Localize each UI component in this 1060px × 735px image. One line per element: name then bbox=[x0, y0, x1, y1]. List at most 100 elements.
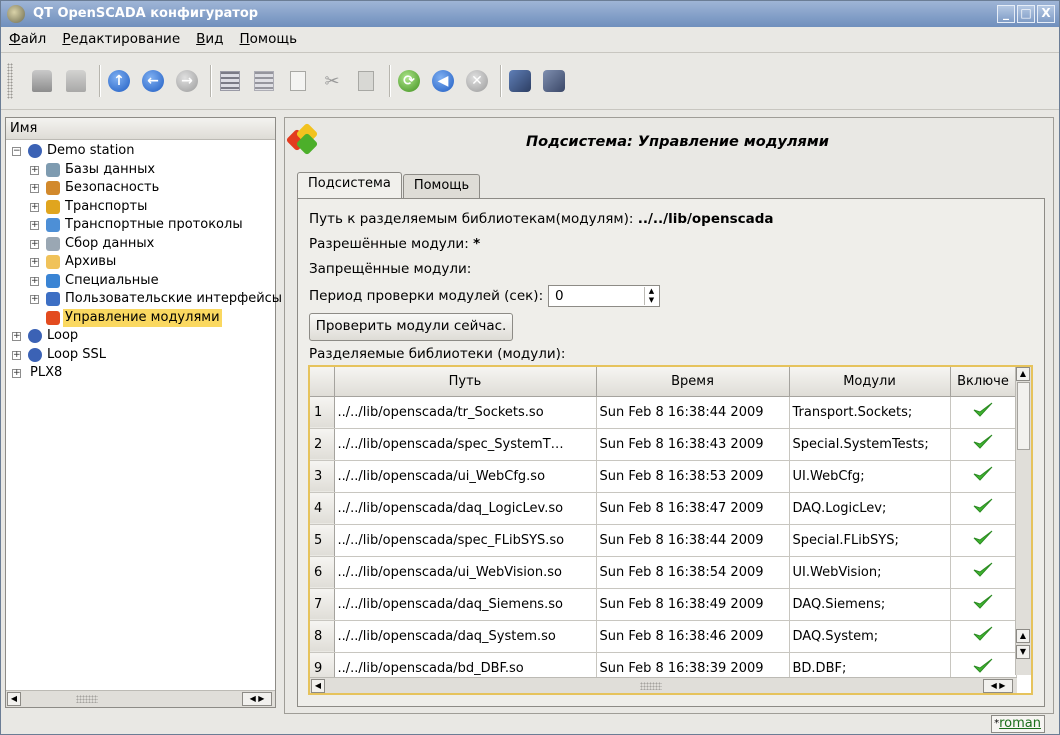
table-row[interactable]: 8 ../../lib/openscada/daq_System.so Sun Fe… bbox=[310, 620, 1017, 653]
path-cell[interactable]: ../../lib/openscada/ui_WebCfg.so bbox=[334, 460, 597, 493]
scroll-left-icon-table[interactable]: ◀ bbox=[311, 679, 325, 693]
row-number-cell[interactable]: 2 bbox=[310, 428, 335, 461]
stop-icon[interactable]: ✕ bbox=[464, 68, 490, 94]
modules-cell[interactable]: DAQ.Siemens; bbox=[789, 588, 951, 621]
scroll-left-icon[interactable]: ◀ bbox=[7, 692, 21, 706]
tree-item[interactable]: + Специальные bbox=[6, 272, 275, 291]
enabled-cell[interactable] bbox=[950, 556, 1017, 589]
enabled-cell[interactable] bbox=[950, 428, 1017, 461]
time-cell[interactable]: Sun Feb 8 16:38:49 2009 bbox=[596, 588, 790, 621]
table-row[interactable]: 6 ../../lib/openscada/ui_WebVision.so Sun … bbox=[310, 556, 1017, 589]
tree-item[interactable]: + Транспорты bbox=[6, 198, 275, 217]
row-number-cell[interactable]: 5 bbox=[310, 524, 335, 557]
table-vertical-scrollbar[interactable]: ▲ ▲ ▼ bbox=[1015, 367, 1031, 675]
enabled-cell[interactable] bbox=[950, 524, 1017, 557]
time-cell[interactable]: Sun Feb 8 16:38:47 2009 bbox=[596, 492, 790, 525]
column-header-path[interactable]: Путь bbox=[334, 367, 597, 397]
row-number-cell[interactable]: 4 bbox=[310, 492, 335, 525]
cut-icon[interactable]: ✂ bbox=[319, 68, 345, 94]
refresh-icon[interactable]: ⟳ bbox=[396, 68, 422, 94]
path-cell[interactable]: ../../lib/openscada/daq_System.so bbox=[334, 620, 597, 653]
expand-icon[interactable]: + bbox=[30, 276, 39, 286]
menu-help[interactable]: Помощь bbox=[238, 29, 300, 49]
table-row[interactable]: 2 ../../lib/openscada/spec_SystemT… Sun Fe… bbox=[310, 428, 1017, 461]
expand-icon[interactable]: + bbox=[30, 258, 39, 267]
menu-file[interactable]: Файл bbox=[7, 29, 48, 49]
row-number-cell[interactable]: 7 bbox=[310, 588, 335, 621]
enabled-cell[interactable] bbox=[950, 492, 1017, 525]
modules-cell[interactable]: UI.WebVision; bbox=[789, 556, 951, 589]
path-cell[interactable]: ../../lib/openscada/spec_SystemT… bbox=[334, 428, 597, 461]
path-cell[interactable]: ../../lib/openscada/daq_LogicLev.so bbox=[334, 492, 597, 525]
enabled-cell[interactable] bbox=[950, 620, 1017, 653]
table-row[interactable]: 4 ../../lib/openscada/daq_LogicLev.so Sun … bbox=[310, 492, 1017, 525]
scroll-up-icon-lower[interactable]: ▲ bbox=[1016, 629, 1030, 643]
modules-table[interactable]: Путь Время Модули Включе 1 ../../lib/open… bbox=[308, 365, 1033, 695]
check-period-value[interactable]: 0 bbox=[555, 288, 564, 304]
paste-icon[interactable] bbox=[353, 68, 379, 94]
expand-icon[interactable]: + bbox=[30, 221, 39, 230]
corner-header[interactable] bbox=[310, 367, 335, 397]
modules-cell[interactable]: DAQ.System; bbox=[789, 620, 951, 653]
expand-icon[interactable]: + bbox=[12, 369, 21, 378]
enabled-cell[interactable] bbox=[950, 396, 1017, 429]
tree-item[interactable]: + PLX8 bbox=[6, 364, 275, 383]
close-button[interactable]: X bbox=[1037, 5, 1055, 23]
table-row[interactable]: 7 ../../lib/openscada/daq_Siemens.so Sun F… bbox=[310, 588, 1017, 621]
modules-cell[interactable]: Special.SystemTests; bbox=[789, 428, 951, 461]
lib-path-value[interactable]: ../../lib/openscada bbox=[638, 211, 774, 227]
modules-cell[interactable]: DAQ.LogicLev; bbox=[789, 492, 951, 525]
modules-cell[interactable]: Transport.Sockets; bbox=[789, 396, 951, 429]
tree-item[interactable]: + Архивы bbox=[6, 253, 275, 272]
expand-icon[interactable]: + bbox=[30, 165, 39, 175]
menu-view[interactable]: Вид bbox=[194, 29, 225, 49]
table-row[interactable]: 1 ../../lib/openscada/tr_Sockets.so Sun Fe… bbox=[310, 396, 1017, 429]
tab-subsystem[interactable]: Подсистема bbox=[297, 172, 402, 198]
menu-edit[interactable]: Редактирование bbox=[60, 29, 182, 49]
modules-cell[interactable]: Special.FLibSYS; bbox=[789, 524, 951, 557]
database-save-icon[interactable] bbox=[63, 68, 89, 94]
expand-icon[interactable]: + bbox=[12, 332, 21, 341]
maximize-button[interactable]: □ bbox=[1017, 5, 1035, 23]
time-cell[interactable]: Sun Feb 8 16:38:54 2009 bbox=[596, 556, 790, 589]
enabled-cell[interactable] bbox=[950, 460, 1017, 493]
title-bar[interactable]: QT OpenSCADA конфигуратор _ □ X bbox=[1, 1, 1059, 27]
scroll-right-icon-table[interactable]: ◀ ▶ bbox=[983, 679, 1013, 693]
tree-item[interactable]: + Сбор данных bbox=[6, 235, 275, 254]
expand-icon[interactable]: + bbox=[12, 350, 21, 360]
scroll-up-icon[interactable]: ▲ bbox=[1016, 367, 1030, 381]
user-indicator[interactable]: *roman bbox=[991, 715, 1045, 733]
column-header-time[interactable]: Время bbox=[596, 367, 790, 397]
time-cell[interactable]: Sun Feb 8 16:38:44 2009 bbox=[596, 396, 790, 429]
up-icon[interactable]: ↑ bbox=[106, 68, 132, 94]
allowed-modules-value[interactable]: * bbox=[473, 236, 480, 252]
item-add-icon[interactable] bbox=[217, 68, 243, 94]
back-icon[interactable]: ← bbox=[140, 68, 166, 94]
db-save-icon[interactable] bbox=[541, 68, 567, 94]
database-load-icon[interactable] bbox=[29, 68, 55, 94]
tree-item[interactable]: + Loop SSL bbox=[6, 346, 275, 365]
tree-item[interactable]: − Demo station bbox=[6, 142, 275, 161]
column-header-enabled[interactable]: Включе bbox=[950, 367, 1017, 397]
start-icon[interactable]: ◀ bbox=[430, 68, 456, 94]
time-cell[interactable]: Sun Feb 8 16:38:46 2009 bbox=[596, 620, 790, 653]
tree-horizontal-scrollbar[interactable]: ◀ ◀ ▶ bbox=[6, 690, 275, 707]
modules-cell[interactable]: UI.WebCfg; bbox=[789, 460, 951, 493]
tree-item[interactable]: + Loop bbox=[6, 327, 275, 346]
minimize-button[interactable]: _ bbox=[997, 5, 1015, 23]
time-cell[interactable]: Sun Feb 8 16:38:53 2009 bbox=[596, 460, 790, 493]
scroll-right-icon[interactable]: ◀ ▶ bbox=[242, 692, 272, 706]
row-number-cell[interactable]: 3 bbox=[310, 460, 335, 493]
expand-icon[interactable]: + bbox=[30, 184, 39, 193]
time-cell[interactable]: Sun Feb 8 16:38:43 2009 bbox=[596, 428, 790, 461]
vertical-scroll-thumb[interactable] bbox=[1017, 382, 1030, 450]
user-name[interactable]: roman bbox=[999, 716, 1041, 731]
tree-item[interactable]: + Базы данных bbox=[6, 161, 275, 180]
tree-item[interactable]: + Транспортные протоколы bbox=[6, 216, 275, 235]
check-modules-button[interactable]: Проверить модули сейчас. bbox=[309, 313, 513, 341]
toolbar-grip[interactable] bbox=[7, 63, 13, 99]
collapse-icon[interactable]: − bbox=[12, 147, 21, 156]
table-row[interactable]: 5 ../../lib/openscada/spec_FLibSYS.so Sun … bbox=[310, 524, 1017, 557]
enabled-cell[interactable] bbox=[950, 588, 1017, 621]
tree-item[interactable]: + Безопасность bbox=[6, 179, 275, 198]
